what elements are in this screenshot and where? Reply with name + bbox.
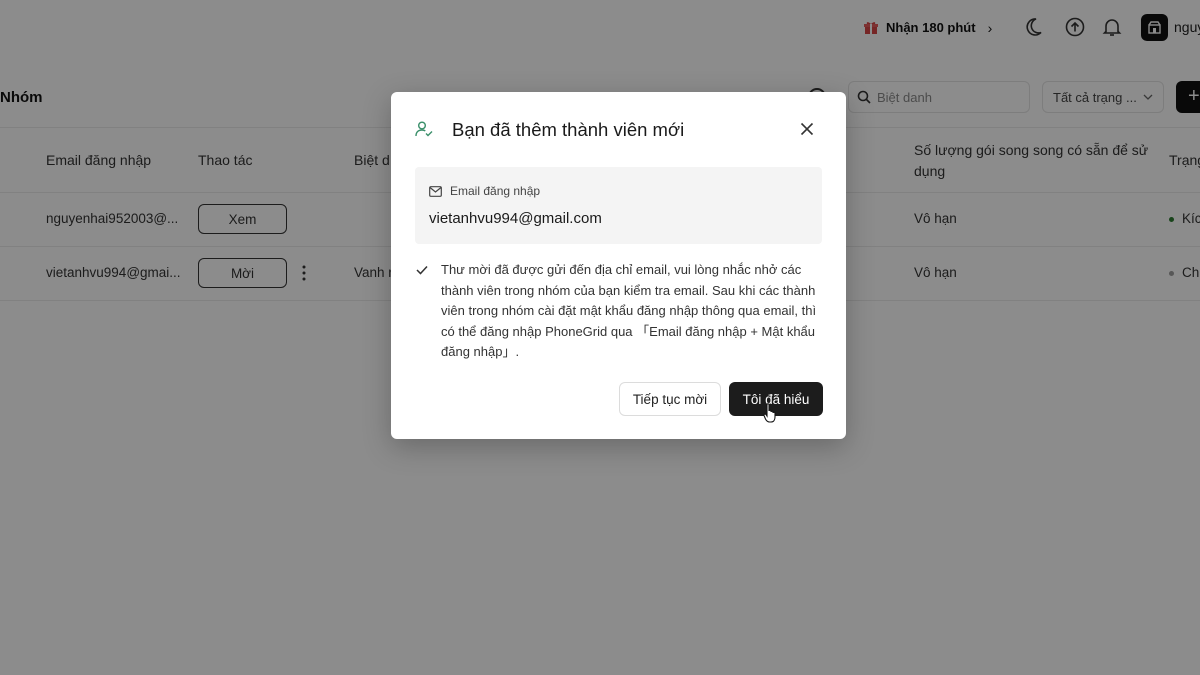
check-icon (416, 265, 428, 275)
invite-notice-text: Thư mời đã được gửi đến địa chỉ email, v… (441, 262, 817, 359)
email-value: vietanhvu994@gmail.com (429, 210, 602, 227)
user-check-icon (415, 121, 433, 137)
email-label: Email đăng nhập (450, 184, 541, 198)
mail-icon (429, 186, 442, 197)
close-icon[interactable] (800, 122, 814, 136)
member-added-dialog: Bạn đã thêm thành viên mới Email đăng nh… (391, 92, 846, 439)
hand-cursor-icon (763, 403, 776, 423)
email-info-card: Email đăng nhập vietanhvu994@gmail.com (415, 167, 822, 244)
dialog-title: Bạn đã thêm thành viên mới (452, 119, 685, 140)
continue-invite-button[interactable]: Tiếp tục mời (619, 382, 721, 416)
